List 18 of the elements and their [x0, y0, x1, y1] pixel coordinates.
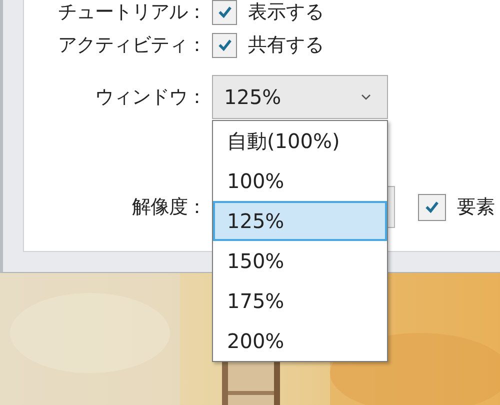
dropdown-option[interactable]: 125%: [213, 201, 387, 241]
checkbox-label: 要素: [457, 195, 495, 220]
checkbox[interactable]: [212, 32, 237, 58]
dropdown-select[interactable]: 125%: [212, 75, 388, 119]
checkbox-label: 表示する: [248, 0, 324, 25]
checkbox-label: 共有する: [248, 33, 324, 58]
dropdown-option[interactable]: 175%: [213, 281, 387, 321]
chevron-down-icon: [361, 94, 371, 100]
dropdown-option[interactable]: 100%: [213, 161, 387, 201]
checkbox[interactable]: [212, 0, 237, 24]
dropdown-option[interactable]: 150%: [213, 241, 387, 281]
field-label: 解像度：: [131, 195, 206, 220]
field-label: チュートリアル：: [57, 0, 206, 25]
checkbox[interactable]: [418, 194, 446, 220]
field-label: アクティビティ：: [57, 33, 206, 58]
dropdown-option[interactable]: 200%: [213, 321, 387, 361]
dropdown-option[interactable]: 自動(100%): [213, 121, 387, 161]
field-label: ウィンドウ：: [94, 85, 206, 110]
